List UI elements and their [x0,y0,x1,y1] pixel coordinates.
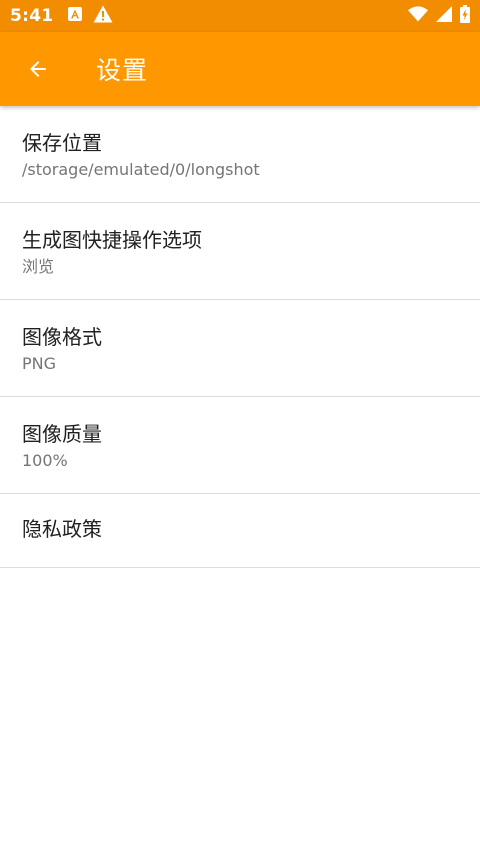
setting-title: 生成图快捷操作选项 [22,228,202,252]
setting-title: 图像质量 [22,422,102,446]
signal-icon [436,6,452,26]
setting-image-quality[interactable]: 图像质量 100% [0,397,480,494]
battery-icon [460,5,470,27]
back-button[interactable] [24,55,52,83]
setting-value: 100% [22,451,68,470]
wifi-icon [408,6,428,26]
setting-value: 浏览 [22,257,55,276]
setting-privacy-policy[interactable]: 隐私政策 [0,494,480,568]
setting-value: /storage/emulated/0/longshot [22,160,260,179]
setting-save-location[interactable]: 保存位置 /storage/emulated/0/longshot [0,106,480,203]
app-bar: 设置 [0,32,480,106]
page-title: 设置 [96,56,149,85]
warning-icon [93,5,113,27]
status-bar: 5:41 [0,0,480,32]
setting-value: PNG [22,354,57,373]
setting-title: 图像格式 [22,325,102,349]
setting-image-format[interactable]: 图像格式 PNG [0,300,480,397]
setting-shortcut-action[interactable]: 生成图快捷操作选项 浏览 [0,203,480,300]
setting-title: 隐私政策 [22,517,102,541]
a-badge-icon [67,6,83,26]
notification-icons [67,5,113,27]
status-time: 5:41 [10,6,54,26]
system-icons [408,5,470,27]
settings-list: 保存位置 /storage/emulated/0/longshot 生成图快捷操… [0,106,480,568]
arrow-back-icon [30,61,46,77]
setting-title: 保存位置 [22,131,102,155]
